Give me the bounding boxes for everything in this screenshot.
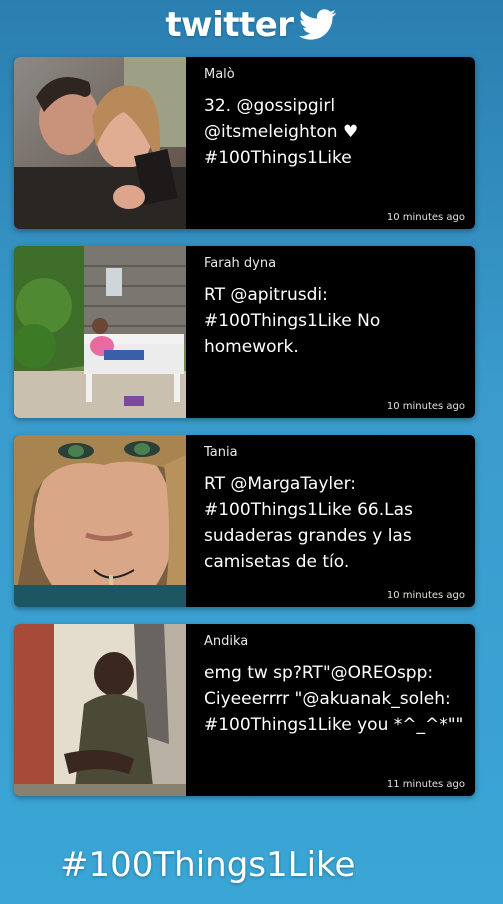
tweet-card[interactable]: Malò 32. @gossipgirl @itsmeleighton ♥ #1… [14, 57, 475, 229]
tweet-timestamp: 10 minutes ago [386, 590, 465, 601]
tweet-text: emg tw sp?RT"@OREOspp: Ciyeeerrrr "@akua… [204, 663, 464, 735]
tweet-text: RT @apitrusdi: #100Things1Like No homewo… [204, 285, 381, 357]
tweet-photo[interactable] [14, 624, 186, 796]
app-header: twitter [0, 0, 503, 50]
tweet-card[interactable]: Farah dyna RT @apitrusdi: #100Things1Lik… [14, 246, 475, 418]
tweet-text: RT @MargaTayler: #100Things1Like 66.Las … [204, 474, 413, 572]
tweet-username[interactable]: Malò [204, 67, 235, 82]
tweet-card[interactable]: Tania RT @MargaTayler: #100Things1Like 6… [14, 435, 475, 607]
tweet-timestamp: 10 minutes ago [386, 401, 465, 412]
tweet-photo[interactable] [14, 57, 186, 229]
tweet-photo[interactable] [14, 435, 186, 607]
tweet-timestamp: 10 minutes ago [386, 212, 465, 223]
tweet-username[interactable]: Farah dyna [204, 256, 276, 271]
twitter-logo-text: twitter [165, 5, 294, 45]
tweet-timestamp: 11 minutes ago [386, 779, 465, 790]
tweet-username[interactable]: Andika [204, 634, 248, 649]
tweet-text: 32. @gossipgirl @itsmeleighton ♥ #100Thi… [204, 96, 359, 168]
trending-hashtag[interactable]: #100Things1Like [60, 842, 355, 888]
tweet-username[interactable]: Tania [204, 445, 238, 460]
tweet-photo[interactable] [14, 246, 186, 418]
twitter-bird-icon [298, 9, 336, 40]
tweet-card[interactable]: Andika emg tw sp?RT"@OREOspp: Ciyeeerrrr… [14, 624, 475, 796]
